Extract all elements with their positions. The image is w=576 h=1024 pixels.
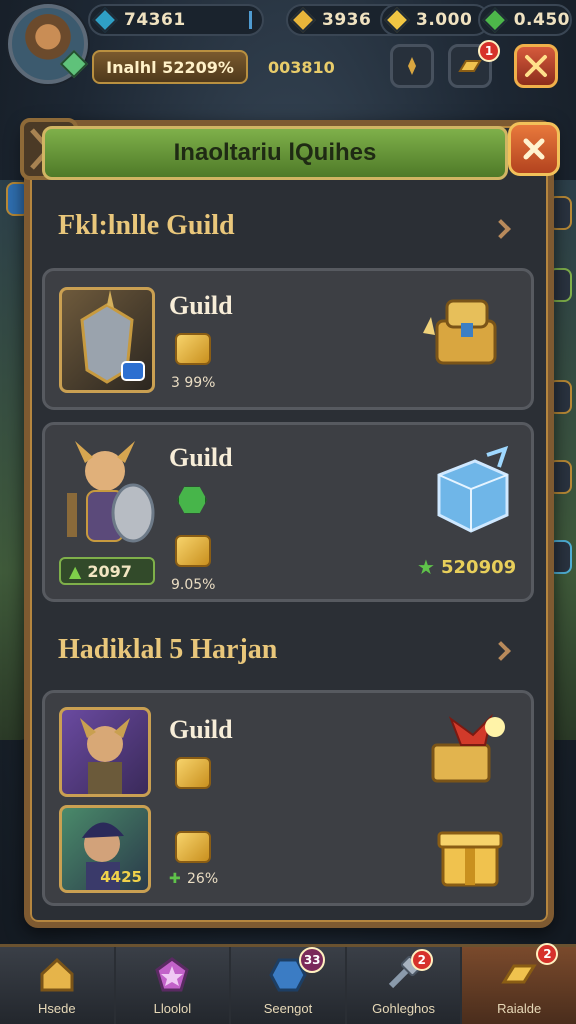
pin-icon bbox=[408, 57, 416, 75]
close-button[interactable] bbox=[508, 122, 560, 176]
top-hud: 74361 3936 3.000 0.450 Inalhl 52209% 003… bbox=[0, 0, 576, 100]
blue-gem-icon bbox=[92, 7, 118, 33]
map-pin-button[interactable] bbox=[390, 44, 434, 88]
card-1-stat: 3 99% bbox=[171, 375, 216, 391]
section-title-1: Fkl:lnlle Guild bbox=[58, 210, 235, 241]
gold-ingot-nav-icon bbox=[499, 955, 539, 995]
card-3-stat: 26% bbox=[187, 871, 219, 887]
settings-button[interactable] bbox=[514, 44, 558, 88]
guild-card-1[interactable]: Guild 3 99% bbox=[42, 268, 534, 410]
nav-rewards-badge: 2 bbox=[536, 943, 559, 965]
blue-crystal-cube-icon bbox=[437, 445, 509, 533]
reward-star-icon: ★ bbox=[417, 555, 435, 579]
nav-guild-badge: 33 bbox=[299, 947, 326, 973]
gold-chest-icon-3 bbox=[175, 757, 211, 789]
nav-item-home[interactable]: Hsede bbox=[0, 947, 116, 1024]
nav-label-guild: Seengot bbox=[263, 1001, 313, 1016]
mail-badge: 1 bbox=[478, 40, 500, 62]
golden-gift-box-icon bbox=[437, 831, 503, 887]
knight-portrait bbox=[59, 287, 155, 393]
nav-label-heroes: Lloolol bbox=[153, 1001, 192, 1016]
warrior-portrait-2: 4425 bbox=[59, 805, 151, 893]
gold-chest-icon-2 bbox=[175, 535, 211, 567]
nav-item-guild[interactable]: Seengot 33 bbox=[231, 947, 347, 1024]
card-1-title: Guild bbox=[169, 291, 233, 320]
warrior-hero-icon bbox=[80, 718, 130, 794]
nav-label-rewards: Raialde bbox=[497, 1001, 542, 1016]
armored-knight-icon bbox=[80, 290, 145, 384]
star-crystal-icon bbox=[152, 955, 192, 995]
guild-name-text: Inalhl 52209% bbox=[106, 57, 234, 77]
green-leaf-icon bbox=[482, 7, 508, 33]
energy-resource-bar: 0.450 bbox=[478, 4, 572, 36]
guild-name-pill[interactable]: Inalhl 52209% bbox=[92, 50, 248, 84]
gold-value: 3936 bbox=[322, 10, 372, 30]
panel-title-bar: Inaoltariu lQuihes bbox=[42, 126, 508, 180]
gold-bar-icon bbox=[290, 7, 316, 33]
gift-box-icon bbox=[431, 713, 505, 783]
gold-chest-icon bbox=[175, 333, 211, 365]
price-arrow-icon: ▲ bbox=[69, 561, 82, 581]
gem-value: 74361 bbox=[124, 10, 186, 30]
home-icon bbox=[37, 955, 77, 995]
coins-value: 3.000 bbox=[416, 10, 473, 30]
card-2-price: 2097 bbox=[87, 561, 132, 581]
card-2-reward: 520909 bbox=[441, 557, 517, 578]
player-score: 003810 bbox=[268, 58, 335, 77]
gold-star-icon bbox=[384, 7, 410, 33]
gold-chest-icon-4 bbox=[175, 831, 211, 863]
section-title-2: Hadiklal 5 Harjan bbox=[58, 634, 278, 665]
gem-resource-bar: 74361 bbox=[88, 4, 264, 36]
nav-label-quests: Gohleghos bbox=[372, 1001, 436, 1016]
gem-add-bar[interactable] bbox=[249, 11, 252, 29]
card-3-title: Guild bbox=[169, 715, 233, 744]
card-3-arrow-icon: ✚ bbox=[169, 871, 181, 887]
nav-item-heroes[interactable]: Lloolol bbox=[116, 947, 232, 1024]
gold-ingot-icon bbox=[458, 60, 482, 72]
golden-treasure-chest-icon bbox=[423, 299, 497, 365]
portrait-2-value: 4425 bbox=[100, 868, 142, 886]
guild-card-2[interactable]: Guild 9.05% ▲ 2097 ★ 520909 bbox=[42, 422, 534, 602]
nav-label-home: Hsede bbox=[38, 1001, 76, 1016]
crossed-swords-icon bbox=[525, 55, 547, 77]
green-gem-icon bbox=[177, 486, 207, 514]
nav-item-quests[interactable]: Gohleghos 2 bbox=[347, 947, 463, 1024]
bottom-nav: Hsede Lloolol Seengot 33 Gohleghos 2 Rai… bbox=[0, 943, 576, 1024]
card-2-price-tag[interactable]: ▲ 2097 bbox=[59, 557, 155, 585]
close-icon bbox=[523, 138, 545, 160]
coins-resource-bar: 3.000 bbox=[380, 4, 490, 36]
nav-quests-badge: 2 bbox=[410, 949, 433, 971]
card-2-title: Guild bbox=[169, 443, 233, 472]
panel-title: Inaoltariu lQuihes bbox=[173, 139, 377, 166]
nav-item-rewards[interactable]: Raialde 2 bbox=[462, 943, 576, 1024]
card-2-stat: 9.05% bbox=[171, 577, 216, 593]
warrior-portrait-1 bbox=[59, 707, 151, 797]
guild-card-3[interactable]: 4425 Guild ✚ 26% bbox=[42, 690, 534, 906]
energy-value: 0.450 bbox=[513, 10, 570, 30]
viking-hero-icon bbox=[67, 441, 155, 543]
